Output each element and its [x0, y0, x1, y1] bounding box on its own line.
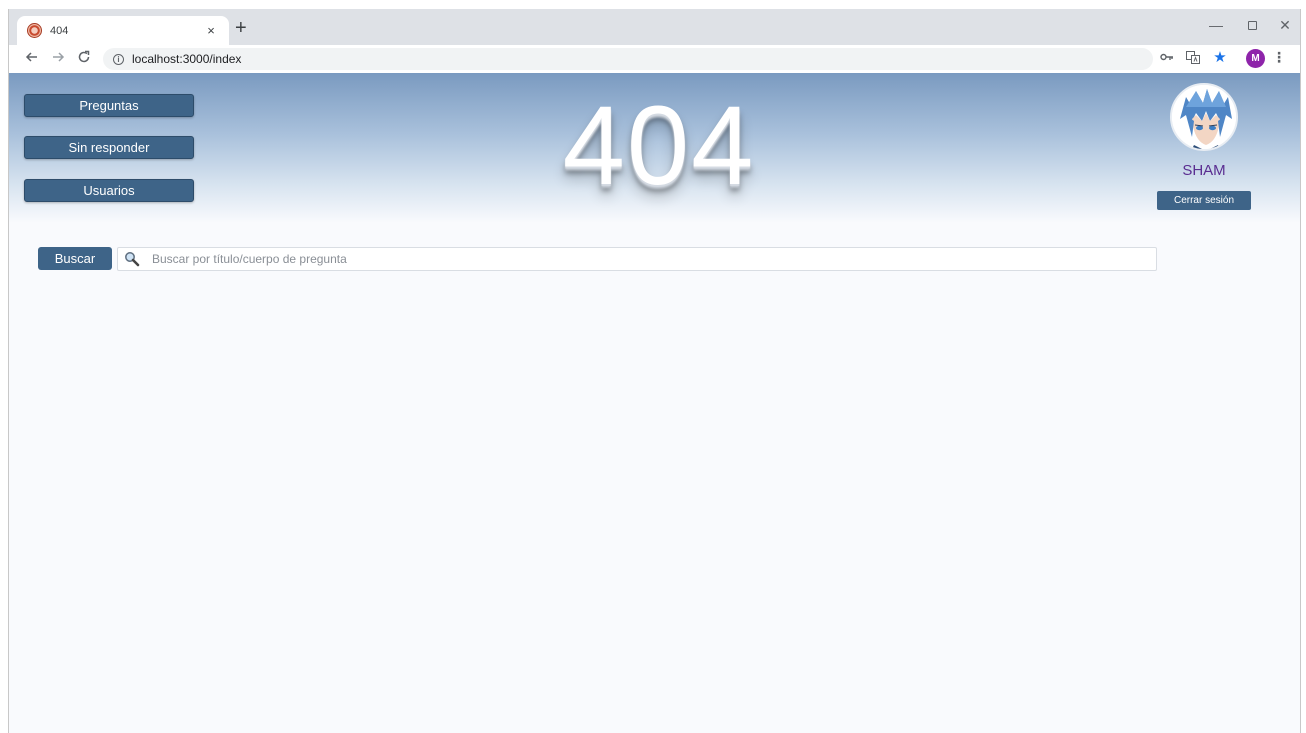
search-box — [117, 247, 1157, 271]
browser-toolbar: i localhost:3000/index ★ M ⋮ — [9, 45, 1300, 73]
nav-button-preguntas[interactable]: Preguntas — [24, 94, 194, 117]
tab-title: 404 — [50, 24, 69, 37]
browser-window: 404 × + — ✕ i localhost:3000/index ★ M ⋮ — [8, 9, 1301, 733]
search-button[interactable]: Buscar — [38, 247, 112, 270]
nav-button-sin-responder[interactable]: Sin responder — [24, 136, 194, 159]
error-title: 404 — [562, 83, 756, 208]
logout-button[interactable]: Cerrar sesión — [1157, 191, 1251, 210]
username: SHAM — [1182, 162, 1226, 179]
bookmark-star-icon[interactable]: ★ — [1212, 48, 1228, 66]
arrow-left-icon — [25, 52, 37, 62]
key-icon[interactable] — [1159, 51, 1175, 65]
forward-button[interactable] — [49, 50, 67, 69]
new-tab-button[interactable]: + — [235, 18, 247, 38]
tab-close-button[interactable]: × — [203, 23, 219, 38]
minimize-button[interactable]: — — [1204, 17, 1228, 33]
search-icon — [124, 251, 140, 267]
arrow-right-icon — [53, 52, 65, 62]
tab-strip: 404 × + — ✕ — [9, 9, 1300, 45]
back-button[interactable] — [23, 50, 41, 69]
maximize-button[interactable] — [1240, 17, 1264, 33]
browser-tab[interactable]: 404 × — [17, 16, 229, 45]
info-icon[interactable]: i — [113, 53, 124, 65]
profile-avatar[interactable]: M — [1246, 49, 1265, 68]
page-content: Preguntas Sin responder Usuarios 404 SHA… — [9, 73, 1300, 733]
nav-button-usuarios[interactable]: Usuarios — [24, 179, 194, 202]
favicon-icon — [27, 23, 42, 38]
reload-icon — [78, 50, 90, 63]
maximize-icon — [1247, 21, 1257, 30]
close-window-button[interactable]: ✕ — [1273, 17, 1297, 34]
more-menu-icon[interactable]: ⋮ — [1271, 49, 1287, 66]
translate-icon[interactable] — [1185, 51, 1201, 67]
address-bar[interactable]: i localhost:3000/index — [103, 48, 1153, 70]
search-input[interactable] — [152, 252, 1132, 266]
user-avatar[interactable] — [1170, 83, 1238, 151]
reload-button[interactable] — [75, 50, 93, 69]
url-text: localhost:3000/index — [132, 52, 242, 66]
